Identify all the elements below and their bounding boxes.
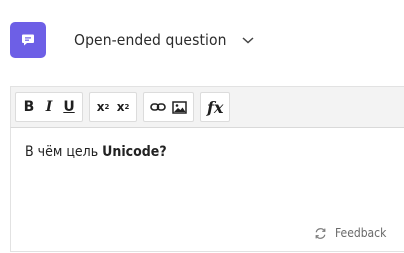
subscript-label: x bbox=[116, 100, 125, 114]
question-header: Open-ended question bbox=[10, 22, 255, 58]
bold-button[interactable]: B bbox=[19, 93, 39, 121]
script-group: x2 x2 bbox=[89, 92, 137, 122]
superscript-button[interactable]: x2 bbox=[93, 93, 113, 121]
chevron-down-icon[interactable] bbox=[241, 35, 255, 45]
link-icon[interactable] bbox=[147, 93, 169, 121]
question-text-plain: В чём цель bbox=[25, 144, 103, 160]
feedback-button[interactable]: Feedback bbox=[314, 226, 386, 240]
feedback-label: Feedback bbox=[335, 226, 387, 240]
insert-group bbox=[143, 92, 194, 122]
question-text: В чём цель Unicode? bbox=[25, 144, 167, 160]
image-icon[interactable] bbox=[169, 93, 190, 121]
superscript-label: x bbox=[96, 100, 105, 114]
superscript-mark: 2 bbox=[104, 103, 110, 111]
formula-group: fx bbox=[200, 92, 231, 122]
text-format-group: B I U bbox=[15, 92, 83, 122]
subscript-mark: 2 bbox=[124, 103, 130, 111]
rich-text-editor: B I U x2 x2 fx В чём цель Unicode? Feedb… bbox=[10, 86, 404, 252]
question-text-area[interactable]: В чём цель Unicode? Feedback bbox=[10, 128, 404, 252]
question-type-label[interactable]: Open-ended question bbox=[74, 31, 227, 49]
refresh-icon bbox=[315, 227, 326, 239]
question-type-badge[interactable] bbox=[10, 22, 46, 58]
chat-bubble-icon bbox=[22, 34, 34, 46]
editor-toolbar: B I U x2 x2 fx bbox=[10, 86, 404, 128]
underline-button[interactable]: U bbox=[59, 93, 79, 121]
italic-button[interactable]: I bbox=[39, 93, 59, 121]
subscript-button[interactable]: x2 bbox=[113, 93, 133, 121]
question-text-bold: Unicode? bbox=[102, 144, 167, 160]
formula-button[interactable]: fx bbox=[204, 93, 226, 121]
